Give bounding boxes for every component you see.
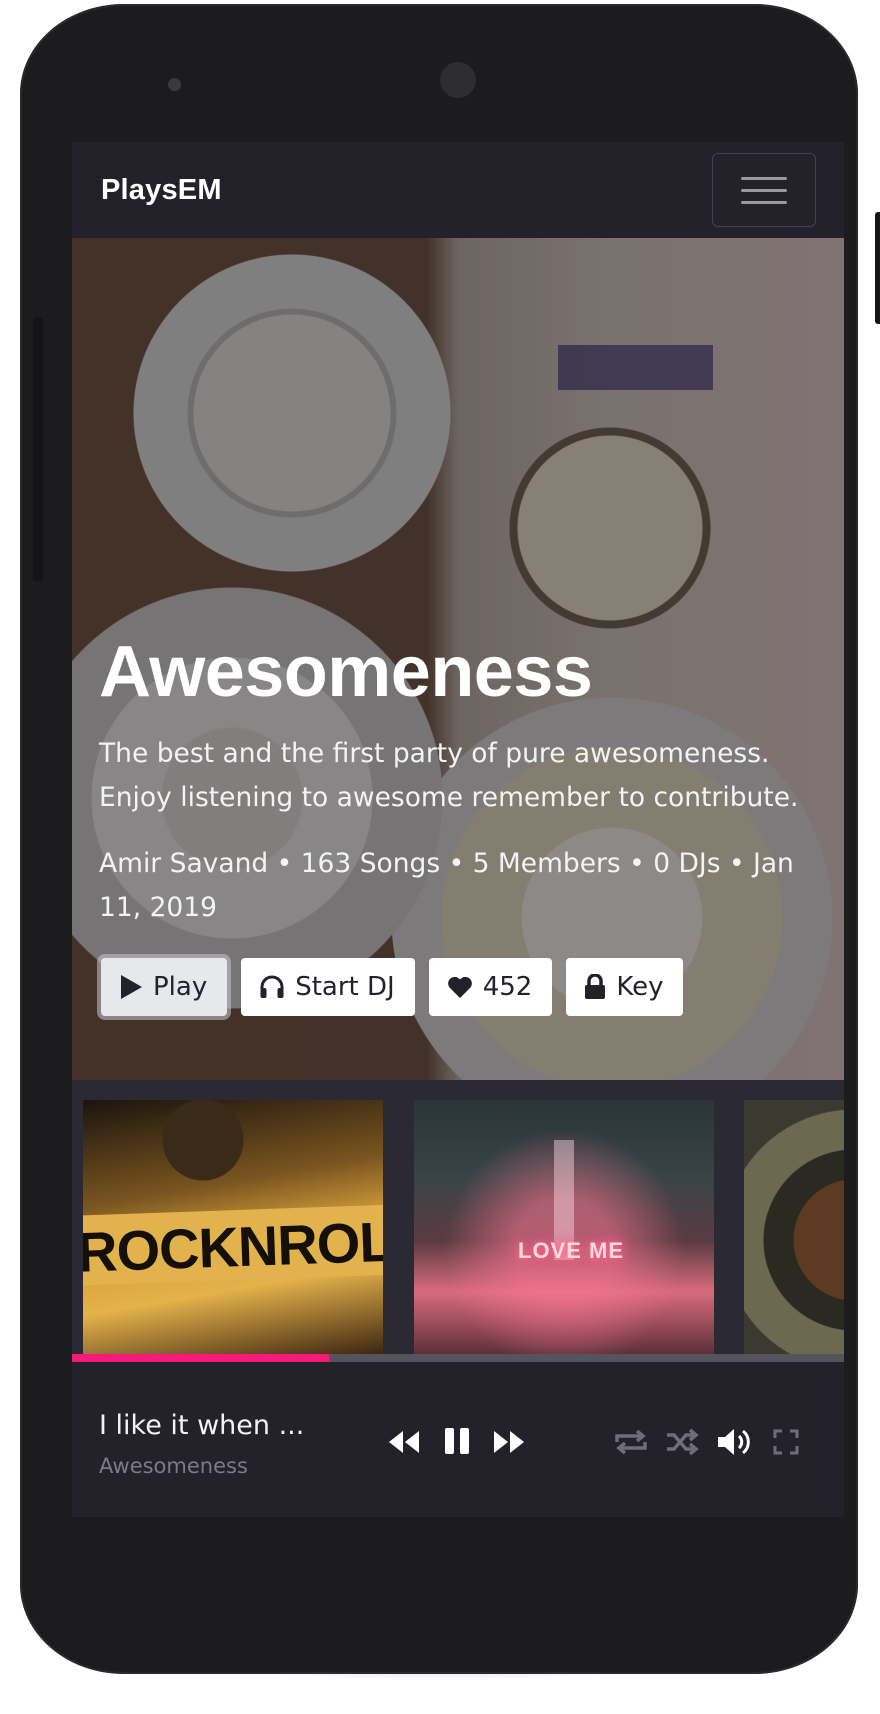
song-cards-row: ROCKNROLL LOVE ME (72, 1080, 844, 1356)
fast-forward-icon (494, 1431, 524, 1453)
fullscreen-button[interactable] (772, 1428, 800, 1456)
lock-icon (585, 974, 606, 999)
start-dj-button-label: Start DJ (295, 972, 395, 1002)
party-title: Awesomeness (99, 632, 593, 712)
track-subtitle: Awesomeness (99, 1454, 248, 1478)
key-button-label: Key (616, 972, 664, 1002)
rewind-button[interactable] (387, 1427, 421, 1457)
shuffle-icon (667, 1428, 699, 1456)
song-card[interactable]: LOVE ME (414, 1100, 714, 1356)
fast-forward-button[interactable] (492, 1427, 526, 1457)
card-art-text: ROCKNROLL (83, 1208, 383, 1284)
party-description: The best and the first party of pure awe… (99, 738, 799, 813)
like-count: 452 (482, 972, 533, 1002)
play-icon (121, 975, 142, 999)
menu-toggle-button[interactable] (712, 153, 816, 227)
brand-logo[interactable]: PlaysEM (101, 174, 222, 207)
fullscreen-icon (773, 1429, 799, 1455)
party-meta: Amir Savand • 163 Songs • 5 Members • 0 … (99, 848, 794, 923)
player-bar: I like it when ... Awesomeness (72, 1362, 844, 1517)
play-button-label: Play (153, 972, 208, 1002)
repeat-button[interactable] (612, 1426, 650, 1458)
track-title: I like it when ... (99, 1410, 305, 1441)
party-actions: Play Start DJ 452 Key (99, 958, 819, 1016)
app-screen: PlaysEM Awesomeness The best and the fir… (72, 142, 844, 1517)
power-side-button (875, 212, 880, 324)
phone-frame: PlaysEM Awesomeness The best and the fir… (20, 4, 880, 1674)
rewind-icon (389, 1431, 419, 1453)
shuffle-button[interactable] (664, 1426, 700, 1458)
hero-content: Awesomeness The best and the first party… (99, 630, 819, 1016)
volume-side-button (33, 317, 43, 581)
volume-button[interactable] (716, 1426, 752, 1458)
front-camera (440, 62, 476, 98)
start-dj-button[interactable]: Start DJ (241, 958, 415, 1016)
sensor-dot (168, 78, 181, 91)
pause-icon (445, 1428, 469, 1454)
like-button[interactable]: 452 (428, 958, 553, 1016)
volume-icon (718, 1429, 750, 1455)
key-button[interactable]: Key (566, 958, 684, 1016)
repeat-icon (615, 1429, 647, 1455)
hamburger-icon (741, 176, 787, 204)
pause-button[interactable] (442, 1425, 472, 1457)
playback-progress-bar[interactable] (72, 1354, 844, 1362)
playback-progress-fill (72, 1354, 330, 1362)
portrait-photo (744, 1100, 844, 1356)
headphones-icon (260, 975, 284, 998)
heart-icon (447, 976, 472, 998)
song-card[interactable]: ROCKNROLL (83, 1100, 383, 1356)
party-hero: Awesomeness The best and the first party… (72, 238, 844, 1080)
card-art-text: LOVE ME (518, 1238, 625, 1263)
play-button[interactable]: Play (101, 958, 228, 1016)
song-card[interactable] (744, 1100, 844, 1356)
navbar: PlaysEM (72, 142, 844, 238)
